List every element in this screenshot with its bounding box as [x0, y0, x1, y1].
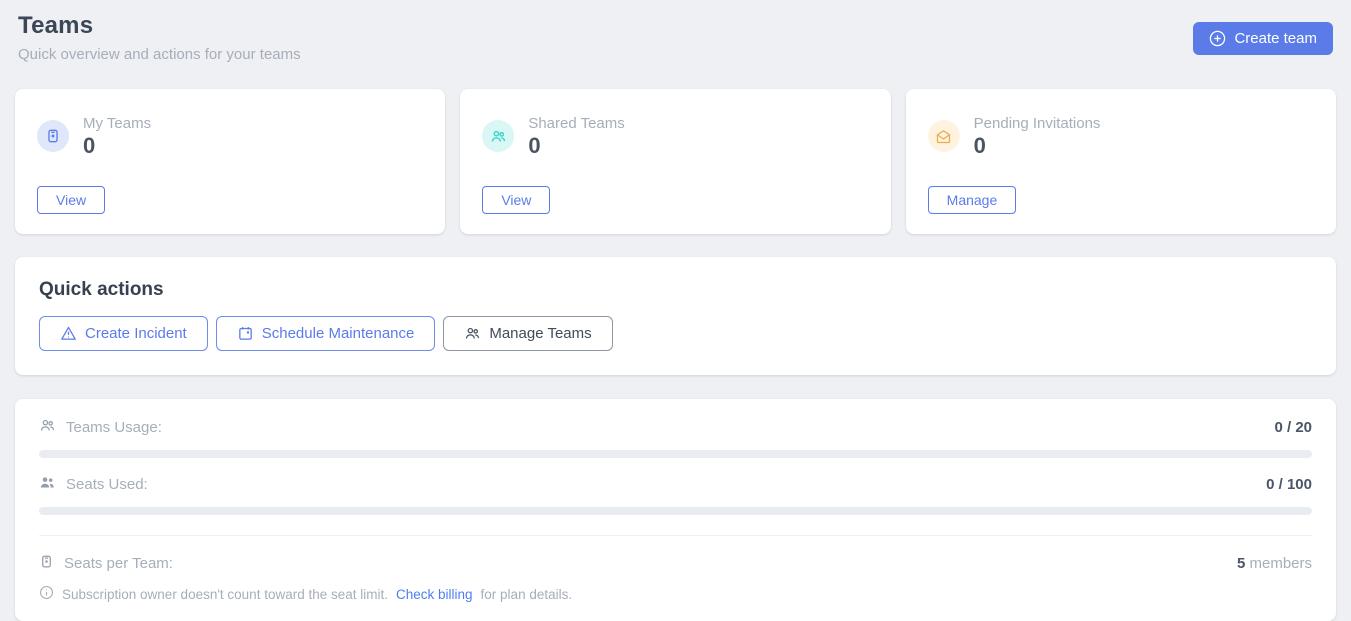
- stat-label: My Teams: [83, 115, 151, 132]
- stat-value: 0: [528, 135, 624, 157]
- usage-card: Teams Usage: 0 / 20 Seats Used: 0 / 100: [15, 399, 1336, 621]
- stat-label: Shared Teams: [528, 115, 624, 132]
- quick-actions-title: Quick actions: [39, 279, 1312, 301]
- stat-value: 0: [83, 135, 151, 157]
- manage-teams-label: Manage Teams: [489, 325, 591, 342]
- seats-per-team-suffix: members: [1245, 555, 1312, 572]
- users-icon: [482, 120, 514, 152]
- teams-usage-progressbar: [39, 450, 1312, 458]
- create-incident-label: Create Incident: [85, 325, 187, 342]
- my-teams-view-button[interactable]: View: [37, 186, 105, 214]
- seat-limit-note: Subscription owner doesn't count toward …: [39, 585, 1312, 603]
- create-team-label: Create team: [1234, 30, 1317, 47]
- quick-actions-buttons: Create Incident Schedule Maintenance: [39, 316, 1312, 351]
- mail-open-icon: [928, 120, 960, 152]
- manage-teams-button[interactable]: Manage Teams: [443, 316, 612, 351]
- seats-per-team-label: Seats per Team:: [64, 555, 173, 572]
- badge-icon: [37, 120, 69, 152]
- page-header: Teams Quick overview and actions for you…: [15, 12, 1336, 63]
- stat-card-my-teams: My Teams 0 View: [15, 89, 445, 234]
- page-title: Teams: [18, 12, 301, 40]
- warning-triangle-icon: [60, 325, 77, 342]
- schedule-maintenance-label: Schedule Maintenance: [262, 325, 415, 342]
- seats-used-progressbar: [39, 507, 1312, 515]
- pending-invitations-manage-button[interactable]: Manage: [928, 186, 1017, 214]
- seats-per-team-value: 5 members: [1237, 555, 1312, 572]
- note-suffix: for plan details.: [481, 587, 573, 602]
- teams-page: Teams Quick overview and actions for you…: [0, 0, 1351, 621]
- badge-icon: [39, 554, 54, 573]
- stat-card-pending-invitations: Pending Invitations 0 Manage: [906, 89, 1336, 234]
- check-billing-link[interactable]: Check billing: [396, 587, 473, 602]
- stat-card-shared-teams: Shared Teams 0 View: [460, 89, 890, 234]
- quick-actions-card: Quick actions Create Incident: [15, 257, 1336, 375]
- create-team-button[interactable]: Create team: [1193, 22, 1333, 55]
- teams-usage-label: Teams Usage:: [66, 419, 162, 436]
- seats-used-label: Seats Used:: [66, 476, 148, 493]
- teams-usage-value: 0 / 20: [1274, 419, 1312, 436]
- page-header-text: Teams Quick overview and actions for you…: [18, 12, 301, 63]
- usage-divider: [39, 535, 1312, 536]
- stat-value: 0: [974, 135, 1101, 157]
- note-text: Subscription owner doesn't count toward …: [62, 587, 388, 602]
- seats-used-value: 0 / 100: [1266, 476, 1312, 493]
- plus-circle-icon: [1209, 30, 1226, 47]
- seats-per-team-row: Seats per Team: 5 members: [39, 554, 1312, 573]
- users-filled-icon: [39, 474, 56, 495]
- calendar-icon: [237, 325, 254, 342]
- stats-row: My Teams 0 View Shared Teams: [15, 89, 1336, 234]
- schedule-maintenance-button[interactable]: Schedule Maintenance: [216, 316, 436, 351]
- stat-label: Pending Invitations: [974, 115, 1101, 132]
- seats-used-row: Seats Used: 0 / 100: [39, 474, 1312, 495]
- create-incident-button[interactable]: Create Incident: [39, 316, 208, 351]
- info-icon: [39, 585, 54, 603]
- shared-teams-view-button[interactable]: View: [482, 186, 550, 214]
- teams-usage-row: Teams Usage: 0 / 20: [39, 417, 1312, 438]
- users-outline-icon: [39, 417, 56, 438]
- page-subtitle: Quick overview and actions for your team…: [18, 46, 301, 63]
- users-icon: [464, 325, 481, 342]
